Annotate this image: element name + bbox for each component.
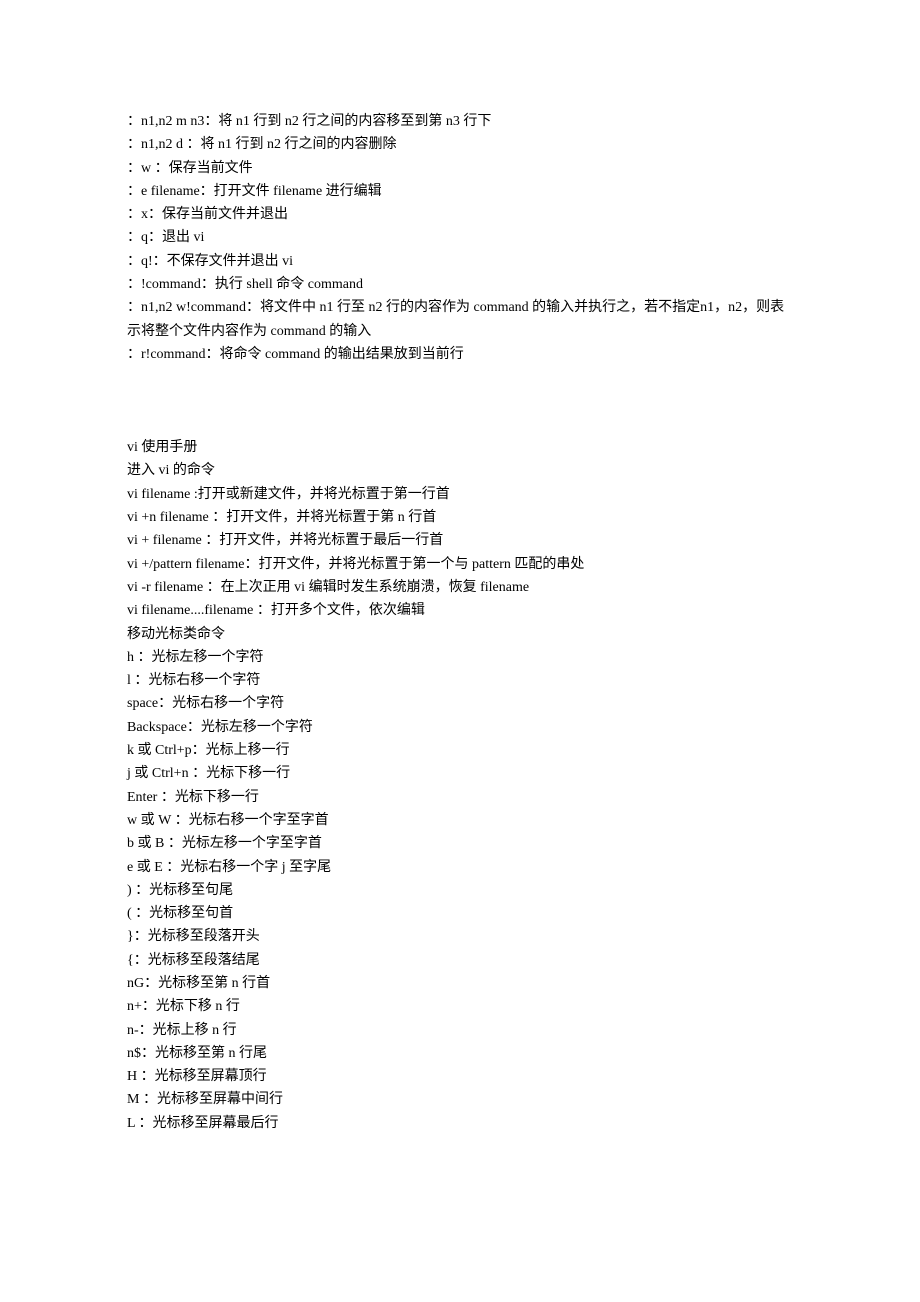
text-line: ：q!：不保存文件并退出 vi (127, 250, 793, 273)
text-line: Backspace：光标左移一个字符 (127, 716, 793, 739)
text-line: H ：光标移至屏幕顶行 (127, 1065, 793, 1088)
text-line: ：q：退出 vi (127, 226, 793, 249)
text-line: n$：光标移至第 n 行尾 (127, 1042, 793, 1065)
text-line: vi +n filename ：打开文件，并将光标置于第 n 行首 (127, 506, 793, 529)
blank-line (127, 390, 793, 413)
text-line: ：n1,n2 d ：将 n1 行到 n2 行之间的内容删除 (127, 133, 793, 156)
text-line: vi 使用手册 (127, 436, 793, 459)
document-page: ：n1,n2 m n3：将 n1 行到 n2 行之间的内容移至到第 n3 行下 … (0, 0, 920, 1215)
text-line: M ：光标移至屏幕中间行 (127, 1088, 793, 1111)
text-line: ：w ：保存当前文件 (127, 157, 793, 180)
text-line: ：x：保存当前文件并退出 (127, 203, 793, 226)
text-line: n-：光标上移 n 行 (127, 1019, 793, 1042)
text-line: }：光标移至段落开头 (127, 925, 793, 948)
blank-line (127, 413, 793, 436)
text-line: ( ：光标移至句首 (127, 902, 793, 925)
text-line: {：光标移至段落结尾 (127, 949, 793, 972)
text-line: ：e filename：打开文件 filename 进行编辑 (127, 180, 793, 203)
text-line: ：n1,n2 m n3：将 n1 行到 n2 行之间的内容移至到第 n3 行下 (127, 110, 793, 133)
text-line: ：!command：执行 shell 命令 command (127, 273, 793, 296)
text-line: h ：光标左移一个字符 (127, 646, 793, 669)
blank-line (127, 366, 793, 389)
text-line: b 或 B ：光标左移一个字至字首 (127, 832, 793, 855)
text-line: e 或 E ：光标右移一个字 j 至字尾 (127, 856, 793, 879)
text-line: vi -r filename ：在上次正用 vi 编辑时发生系统崩溃，恢复 fi… (127, 576, 793, 599)
text-line: n+：光标下移 n 行 (127, 995, 793, 1018)
text-line: 进入 vi 的命令 (127, 459, 793, 482)
text-line: l ：光标右移一个字符 (127, 669, 793, 692)
text-line: ：n1,n2 w!command：将文件中 n1 行至 n2 行的内容作为 co… (127, 296, 793, 343)
text-line: Enter ：光标下移一行 (127, 786, 793, 809)
text-line: vi filename :打开或新建文件，并将光标置于第一行首 (127, 483, 793, 506)
text-line: j 或 Ctrl+n ：光标下移一行 (127, 762, 793, 785)
text-line: 移动光标类命令 (127, 623, 793, 646)
text-line: space：光标右移一个字符 (127, 692, 793, 715)
text-line: vi filename....filename ：打开多个文件，依次编辑 (127, 599, 793, 622)
text-line: ：r!command：将命令 command 的输出结果放到当前行 (127, 343, 793, 366)
text-line: ) ：光标移至句尾 (127, 879, 793, 902)
text-line: k 或 Ctrl+p：光标上移一行 (127, 739, 793, 762)
text-line: nG：光标移至第 n 行首 (127, 972, 793, 995)
text-line: L ：光标移至屏幕最后行 (127, 1112, 793, 1135)
text-line: vi + filename ：打开文件，并将光标置于最后一行首 (127, 529, 793, 552)
text-line: w 或 W ：光标右移一个字至字首 (127, 809, 793, 832)
text-line: vi +/pattern filename：打开文件，并将光标置于第一个与 pa… (127, 553, 793, 576)
